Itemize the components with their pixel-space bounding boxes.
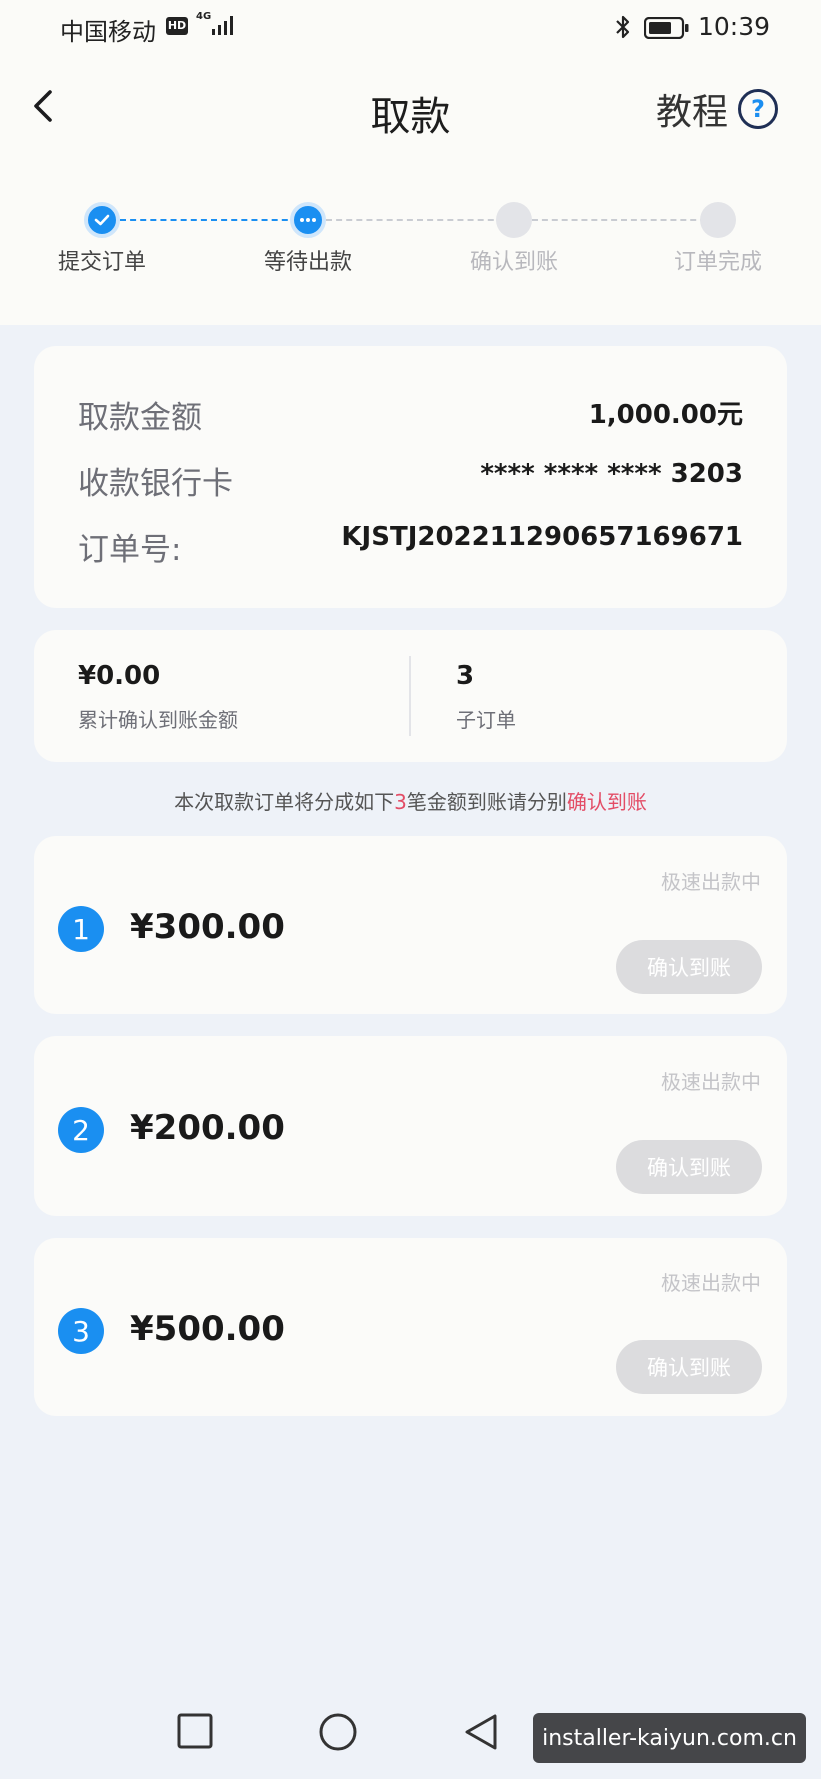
confirmed-amount: ¥0.00 xyxy=(78,661,161,691)
notice-prefix: 本次取款订单将分成如下 xyxy=(174,790,395,814)
check-icon xyxy=(94,214,110,226)
battery-icon xyxy=(644,17,689,39)
network-type: 4G xyxy=(196,11,212,22)
split-notice: 本次取款订单将分成如下3笔金额到账请分别确认到账 xyxy=(0,786,821,815)
order-number-label: 订单号: xyxy=(78,532,182,568)
confirm-receipt-button[interactable]: 确认到账 xyxy=(616,940,762,994)
sub-order-index: 1 xyxy=(58,906,104,952)
step-dot-complete xyxy=(700,202,736,238)
step-label-complete: 订单完成 xyxy=(673,250,762,275)
sub-order-status: 极速出款中 xyxy=(661,870,761,894)
sub-orders-label: 子订单 xyxy=(456,708,516,732)
sub-orders-count: 3 xyxy=(456,661,475,691)
watermark-text: installer-kaiyun.com.cn xyxy=(533,1713,806,1763)
notice-action: 确认到账 xyxy=(566,790,647,814)
sub-order-index: 3 xyxy=(58,1308,104,1354)
bluetooth-icon xyxy=(616,15,630,39)
step-dot-waiting xyxy=(290,202,326,238)
step-dot-confirm xyxy=(496,202,532,238)
order-number-value: KJSTJ202211290657169671 xyxy=(341,522,743,552)
confirmed-amount-label: 累计确认到账金额 xyxy=(78,708,238,732)
step-connector-2 xyxy=(326,219,514,221)
sub-order-amount: ¥300.00 xyxy=(130,907,285,947)
carrier-name: 中国移动 xyxy=(60,18,156,46)
confirm-receipt-button[interactable]: 确认到账 xyxy=(616,1340,762,1394)
notice-count: 3 xyxy=(394,790,407,814)
sub-order-amount: ¥200.00 xyxy=(130,1108,285,1148)
bank-card-value: **** **** **** 3203 xyxy=(480,459,743,489)
hd-badge: HD xyxy=(166,17,188,35)
notice-middle: 笔金额到账请分别 xyxy=(406,790,567,814)
amount-label: 取款金额 xyxy=(78,400,202,436)
sub-order-status: 极速出款中 xyxy=(661,1271,761,1295)
triangle-back-icon[interactable] xyxy=(462,1712,500,1752)
ellipsis-icon xyxy=(300,218,316,222)
step-label-submitted: 提交订单 xyxy=(57,250,146,275)
step-connector-3 xyxy=(532,219,716,221)
confirm-receipt-button[interactable]: 确认到账 xyxy=(616,1140,762,1194)
square-icon[interactable] xyxy=(176,1712,214,1750)
clock-time: 10:39 xyxy=(698,12,771,41)
sub-order-amount: ¥500.00 xyxy=(130,1309,285,1349)
tutorial-label: 教程 xyxy=(656,92,729,133)
question-circle-icon: ? xyxy=(738,89,779,129)
stats-divider xyxy=(409,656,411,736)
signal-icon xyxy=(212,16,233,35)
sub-order-status: 极速出款中 xyxy=(661,1070,761,1094)
status-bar: 中国移动 HD 4G 10:39 xyxy=(0,0,821,56)
tutorial-link[interactable]: 教程 ? xyxy=(656,84,779,134)
step-dot-submitted xyxy=(84,202,120,238)
amount-value: 1,000.00元 xyxy=(588,400,743,430)
circle-icon[interactable] xyxy=(318,1712,358,1752)
sub-order-index: 2 xyxy=(58,1107,104,1153)
step-label-confirm: 确认到账 xyxy=(469,250,558,275)
step-connector-1 xyxy=(120,219,308,221)
bank-card-label: 收款银行卡 xyxy=(78,466,233,502)
step-label-waiting: 等待出款 xyxy=(263,250,352,275)
